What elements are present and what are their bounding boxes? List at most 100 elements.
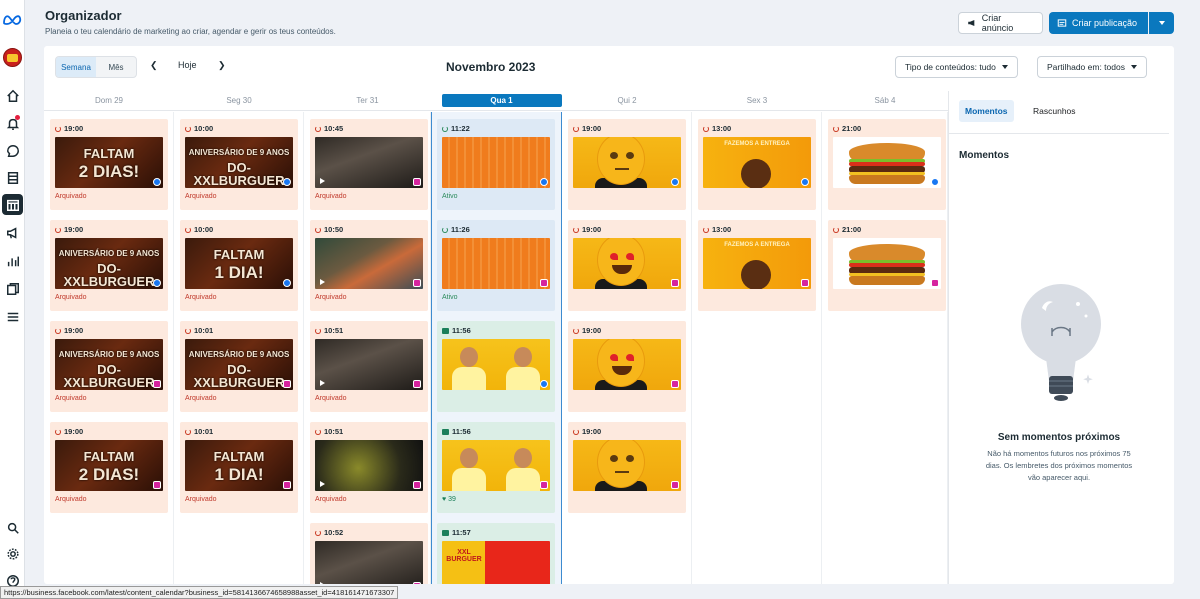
- post-card[interactable]: 11:22 Ativo: [437, 119, 555, 210]
- day-column-7: 21:00 21:00: [822, 112, 948, 584]
- shared-on-filter[interactable]: Partilhado em: todos: [1037, 56, 1147, 78]
- post-time: 10:01: [185, 326, 293, 335]
- post-time-label: 10:00: [194, 124, 214, 133]
- tab-drafts[interactable]: Rascunhos: [1027, 100, 1082, 122]
- thumb-text-line2: DO-XXLBURGUER: [63, 362, 155, 390]
- notifications-icon[interactable]: [2, 113, 23, 134]
- post-time: 19:00: [573, 427, 681, 436]
- emoji-eye: [626, 455, 634, 462]
- home-icon[interactable]: [2, 85, 23, 106]
- post-card[interactable]: 10:00 FALTAM 1 DIA! Arquivado: [180, 220, 298, 311]
- post-thumbnail: ANIVERSÁRIO DE 9 ANOS DO-XXLBURGUER: [55, 238, 163, 289]
- prev-week-icon[interactable]: ❮: [150, 60, 158, 71]
- post-card[interactable]: 19:00: [568, 220, 686, 311]
- post-card[interactable]: 11:57 XXL BURGUER: [437, 523, 555, 584]
- post-thumbnail: FAZEMOS A ENTREGA: [703, 238, 811, 289]
- empty-title: Sem momentos próximos: [997, 432, 1121, 443]
- post-time: 19:00: [55, 326, 163, 335]
- post-card[interactable]: 19:00: [568, 321, 686, 412]
- post-card[interactable]: 19:00 FALTAM 2 DIAS! Arquivado: [50, 119, 168, 210]
- post-card[interactable]: 10:52: [310, 523, 428, 584]
- emoji-eye: [626, 354, 634, 361]
- post-card[interactable]: 19:00 ANIVERSÁRIO DE 9 ANOS DO-XXLBURGUER A…: [50, 321, 168, 412]
- post-card[interactable]: 13:00 FAZEMOS A ENTREGA: [698, 220, 816, 311]
- menu-icon[interactable]: [2, 306, 23, 327]
- content-type-filter[interactable]: Tipo de conteúdos: tudo: [895, 56, 1018, 78]
- post-card[interactable]: 19:00 ANIVERSÁRIO DE 9 ANOS DO-XXLBURGUER A…: [50, 220, 168, 311]
- facebook-icon: [540, 178, 548, 186]
- post-time: 10:00: [185, 225, 293, 234]
- instagram-icon: [671, 279, 679, 287]
- day-column-3: 10:45 Arquivado 10:50 Arquivado 10:51 Arquiva…: [304, 112, 431, 584]
- business-avatar[interactable]: [3, 48, 22, 67]
- create-post-dropdown[interactable]: [1149, 12, 1174, 34]
- post-card[interactable]: 11:56: [437, 321, 555, 412]
- pages-icon[interactable]: [2, 278, 23, 299]
- post-status: Arquivado: [55, 193, 87, 200]
- inbox-icon[interactable]: [2, 140, 23, 161]
- facebook-icon: [671, 178, 679, 186]
- post-status: Arquivado: [315, 496, 347, 503]
- likes-count: ♥ 39: [442, 496, 456, 503]
- settings-icon[interactable]: [2, 543, 23, 564]
- emoji-eye: [610, 152, 618, 159]
- post-card[interactable]: 19:00: [568, 119, 686, 210]
- chevron-down-icon: [1001, 65, 1008, 69]
- person-head: [460, 347, 478, 367]
- meta-logo-icon[interactable]: [2, 14, 23, 26]
- create-post-label: Criar publicação: [1072, 18, 1138, 28]
- post-card[interactable]: 13:00 FAZEMOS A ENTREGA: [698, 119, 816, 210]
- status-clock-icon: [315, 226, 321, 233]
- post-card[interactable]: 19:00: [568, 422, 686, 513]
- day-header-6: Sex 3: [746, 96, 768, 105]
- burger-layer: [849, 175, 925, 184]
- view-week-button[interactable]: Semana: [56, 57, 96, 77]
- post-thumbnail: [315, 137, 423, 188]
- instagram-icon: [283, 380, 291, 388]
- status-clock-icon: [315, 428, 321, 435]
- create-post-button[interactable]: Criar publicação: [1049, 12, 1148, 34]
- insights-icon[interactable]: [2, 250, 23, 271]
- post-time-label: 11:26: [451, 225, 470, 234]
- today-button[interactable]: Hoje: [178, 60, 197, 70]
- post-card[interactable]: 11:56 ♥ 39: [437, 422, 555, 513]
- post-card[interactable]: 19:00 FALTAM 2 DIAS! Arquivado: [50, 422, 168, 513]
- post-status: Arquivado: [55, 395, 87, 402]
- search-icon[interactable]: [2, 517, 23, 538]
- post-card[interactable]: 10:45 Arquivado: [310, 119, 428, 210]
- post-card[interactable]: 11:26 Ativo: [437, 220, 555, 311]
- post-thumbnail: ANIVERSÁRIO DE 9 ANOS DO-XXLBURGUER: [185, 339, 293, 390]
- ads-icon[interactable]: [2, 222, 23, 243]
- post-status: Arquivado: [55, 496, 87, 503]
- content-icon[interactable]: [2, 167, 23, 188]
- view-month-button[interactable]: Mês: [96, 57, 136, 77]
- thumb-text-line2: 2 DIAS!: [78, 465, 140, 484]
- post-thumbnail: ANIVERSÁRIO DE 9 ANOS DO-XXLBURGUER: [55, 339, 163, 390]
- post-card[interactable]: 10:51 Arquivado: [310, 321, 428, 412]
- page-subtitle: Planeia o teu calendário de marketing ao…: [45, 27, 336, 36]
- post-time: 10:45: [315, 124, 423, 133]
- post-time-label: 19:00: [64, 225, 84, 234]
- post-time-label: 10:51: [324, 427, 344, 436]
- post-card[interactable]: 21:00: [828, 220, 946, 311]
- post-thumbnail: FALTAM 1 DIA!: [185, 440, 293, 491]
- create-ad-button[interactable]: Criar anúncio: [958, 12, 1043, 34]
- post-card[interactable]: 10:51 Arquivado: [310, 422, 428, 513]
- post-thumbnail: XXL BURGUER: [442, 541, 550, 584]
- next-week-icon[interactable]: ❯: [218, 60, 226, 71]
- post-card[interactable]: 10:01 ANIVERSÁRIO DE 9 ANOS DO-XXLBURGUER A…: [180, 321, 298, 412]
- status-clock-icon: [185, 428, 191, 435]
- planner-icon[interactable]: [2, 194, 23, 215]
- tab-moments[interactable]: Momentos: [959, 100, 1014, 122]
- post-card[interactable]: 10:50 Arquivado: [310, 220, 428, 311]
- emoji-eye: [610, 253, 618, 260]
- post-card[interactable]: 21:00: [828, 119, 946, 210]
- post-thumbnail: [573, 440, 681, 491]
- instagram-icon: [931, 279, 939, 287]
- post-thumbnail: [442, 339, 550, 390]
- post-thumbnail: [442, 137, 550, 188]
- post-card[interactable]: 10:00 ANIVERSÁRIO DE 9 ANOS DO-XXLBURGUER A…: [180, 119, 298, 210]
- post-thumbnail: [315, 339, 423, 390]
- post-time-label: 19:00: [582, 326, 602, 335]
- post-card[interactable]: 10:01 FALTAM 1 DIA! Arquivado: [180, 422, 298, 513]
